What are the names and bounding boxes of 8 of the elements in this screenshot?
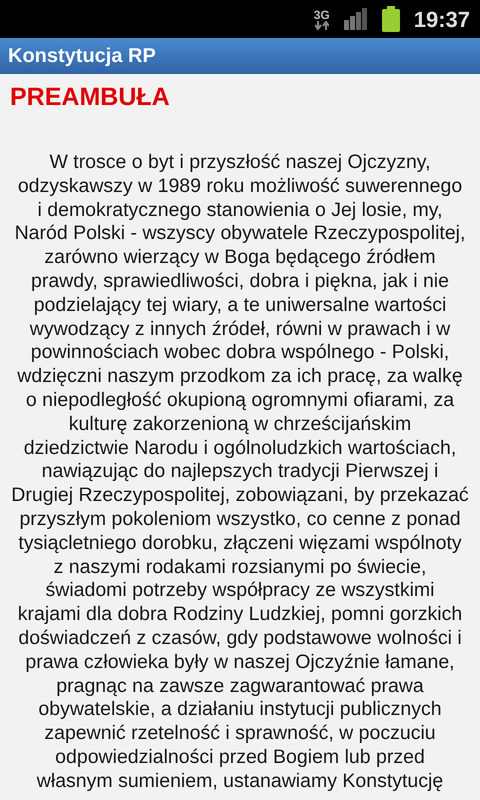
signal-bars-icon <box>344 8 368 30</box>
preamble-paragraph: W trosce o byt i przyszłość naszej Ojczyzny, odzyskawszy w 1989 roku możliwość suwerennego i demokratycznego stanowienia o Jej losie, my, Naród Polski - wszyscy obywatele Rzeczypospolitej, zarówno wierzący w Boga będącego źródłem prawdy, sprawiedliwości, dobra i piękna, jak i nie podzielający tej wiary, a te uniwersalne wartości wywodzący z innych źródeł, równi w prawach i w powinnościach wobec dobra wspólnego - Polski, wdzięczni naszym przodkom za ich pracę, za walkę o niepodległość okupioną ogromnymi ofiarami, za kulturę zakorzenioną w chrześcijańskim dziedzictwie Narodu i ogólnoludzkich wartościach, nawiązując do najlepszych tradycji Pierwszej i Drugiej Rzeczypospolitej, zobowiązani, by przekazać przyszłym pokoleniom wszystko, co cenne z ponad tysiącletniego dorobku, złączeni więzami wspólnoty z naszymi rodakami rozsianymi po świecie, świadomi potrzeby współpracy ze wszystkimi krajami dla dobra Rodziny Ludzkiej, pomni gorzkich doświadczeń z czasów, gdy podstawowe wolności i prawa człowieka były w naszej Ojczyźnie łamane, pragnąc na zawsze zagwarantować prawa obywatelskie, a działaniu instytucji publicznych zapewnić rzetelność i sprawność, w poczuciu odpowiedzialności przed Bogiem lub przed własnym sumieniem, ustanawiamy Konstytucję <box>10 151 470 794</box>
window-title: Konstytucja RP <box>8 44 156 69</box>
clock: 19:37 <box>414 6 470 34</box>
network-type-label: 3G <box>314 8 330 20</box>
data-arrows-icon <box>314 20 329 30</box>
battery-icon <box>382 6 400 32</box>
section-heading: PREAMBUŁA <box>10 82 171 112</box>
